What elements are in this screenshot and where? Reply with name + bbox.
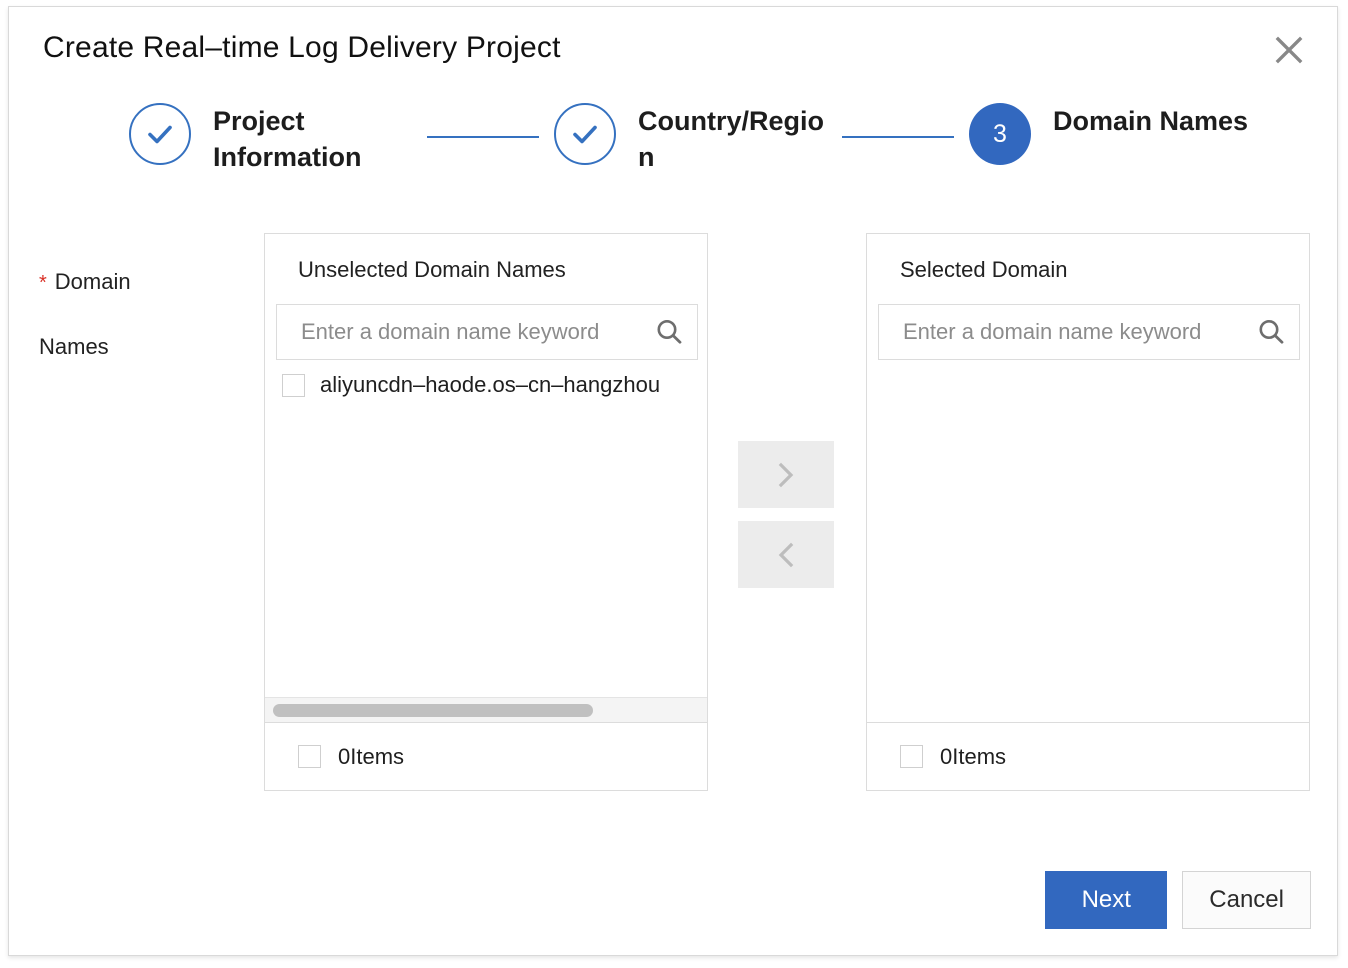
create-log-delivery-dialog: Create Real–time Log Delivery Project Pr…	[8, 6, 1338, 956]
selected-panel-footer: 0Items	[867, 722, 1309, 790]
unselected-panel-footer: 0Items	[265, 722, 707, 790]
check-icon	[554, 103, 616, 165]
step-connector-1	[427, 136, 539, 138]
step-project-information[interactable]: Project Information	[129, 103, 413, 176]
unselected-search-input[interactable]	[277, 305, 641, 359]
selected-domains-list[interactable]	[867, 362, 1309, 697]
selected-domains-panel: Selected Domain 0Items	[866, 233, 1310, 791]
domain-names-label-line2: Names	[39, 315, 244, 379]
horizontal-scrollbar-thumb[interactable]	[273, 704, 593, 717]
step-label-domain-names: Domain Names	[1053, 103, 1253, 139]
select-all-checkbox[interactable]	[298, 745, 321, 768]
list-item[interactable]: aliyuncdn–haode.os–cn–hangzhou	[265, 362, 707, 408]
unselected-item-count: 0Items	[338, 744, 404, 770]
step-domain-names[interactable]: 3 Domain Names	[969, 103, 1253, 165]
list-item-label: aliyuncdn–haode.os–cn–hangzhou	[320, 372, 660, 398]
stepper: Project Information Country/Region 3 Dom…	[129, 103, 1229, 208]
step-label-project-information: Project Information	[213, 103, 413, 176]
check-icon	[129, 103, 191, 165]
domain-names-label-line1: Domain	[55, 269, 131, 294]
selected-panel-title: Selected Domain	[900, 257, 1068, 283]
search-icon[interactable]	[1243, 317, 1299, 347]
step-connector-2	[842, 136, 954, 138]
unselected-search-box[interactable]	[276, 304, 698, 360]
unselected-panel-title: Unselected Domain Names	[298, 257, 566, 283]
horizontal-scrollbar[interactable]	[265, 697, 707, 723]
selected-search-input[interactable]	[879, 305, 1243, 359]
search-icon[interactable]	[641, 317, 697, 347]
page-title: Create Real–time Log Delivery Project	[43, 31, 561, 65]
required-asterisk: *	[39, 272, 47, 294]
unselected-domains-list[interactable]: aliyuncdn–haode.os–cn–hangzhou	[265, 362, 707, 697]
next-button[interactable]: Next	[1045, 871, 1167, 929]
list-item-checkbox[interactable]	[282, 374, 305, 397]
move-right-button[interactable]	[738, 441, 834, 508]
transfer-operation-buttons	[738, 441, 834, 588]
move-left-button[interactable]	[738, 521, 834, 588]
step-label-country-region: Country/Region	[638, 103, 838, 176]
unselected-domains-panel: Unselected Domain Names aliyuncdn–haode.…	[264, 233, 708, 791]
step-number-badge: 3	[969, 103, 1031, 165]
domain-names-field-label: * Domain Names	[39, 250, 244, 379]
selected-search-box[interactable]	[878, 304, 1300, 360]
dialog-actions: Next Cancel	[1045, 871, 1311, 929]
select-all-checkbox[interactable]	[900, 745, 923, 768]
selected-item-count: 0Items	[940, 744, 1006, 770]
cancel-button[interactable]: Cancel	[1182, 871, 1311, 929]
step-country-region[interactable]: Country/Region	[554, 103, 838, 176]
close-icon[interactable]	[1268, 29, 1310, 71]
